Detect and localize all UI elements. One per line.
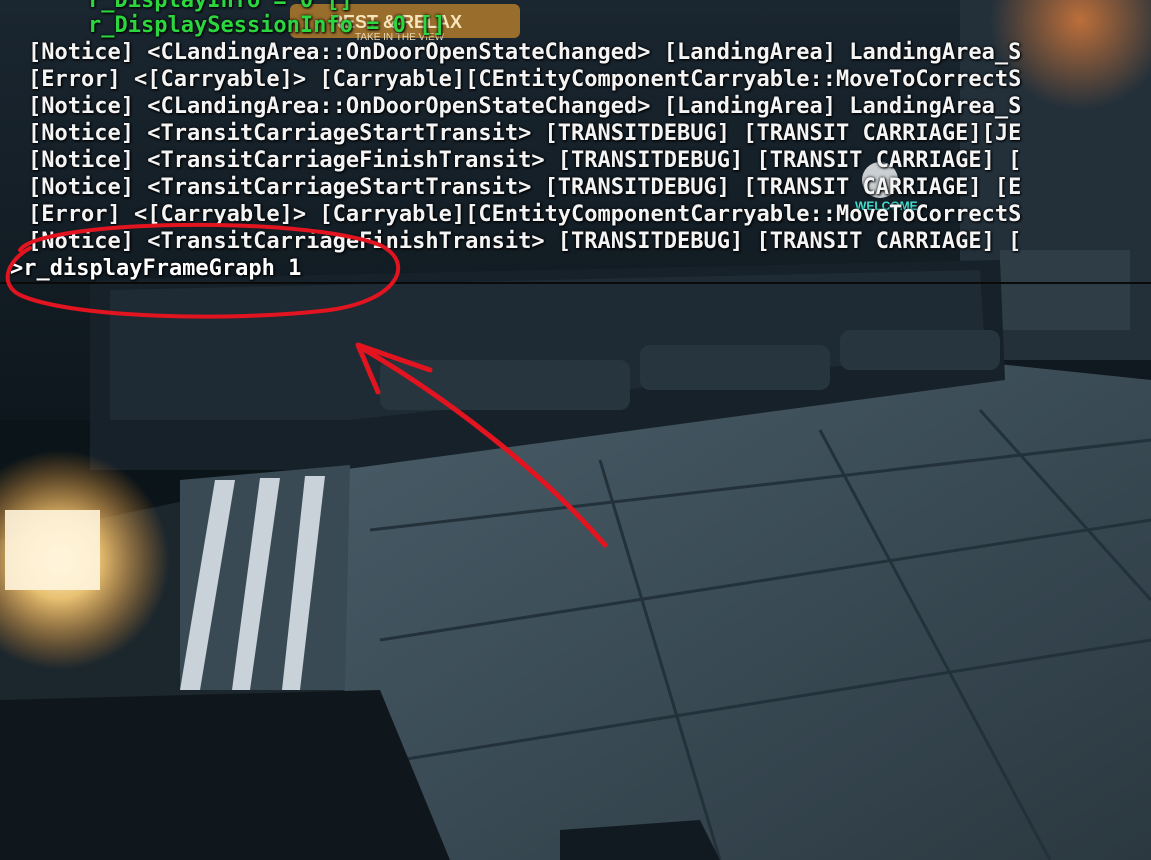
console-log-line: [Error] <[Carryable]> [Carryable][CEntit… bbox=[28, 202, 1022, 227]
console-log-line: [Notice] <TransitCarriageFinishTransit> … bbox=[28, 229, 1022, 254]
cvar-line-display-session-info: r_DisplaySessionInfo = 0 [] bbox=[88, 13, 446, 38]
developer-console: r_DisplayInfo = 0 [] r_DisplaySessionInf… bbox=[0, 0, 1151, 285]
console-log-line: [Notice] <TransitCarriageFinishTransit> … bbox=[28, 148, 1022, 173]
console-log-line: [Notice] <CLandingArea::OnDoorOpenStateC… bbox=[28, 40, 1022, 65]
console-input-field[interactable]: >r_displayFrameGraph 1 bbox=[10, 255, 301, 282]
console-log-line: [Notice] <TransitCarriageStartTransit> [… bbox=[28, 175, 1022, 200]
console-separator bbox=[0, 282, 1151, 284]
console-log-line: [Error] <[Carryable]> [Carryable][CEntit… bbox=[28, 67, 1022, 92]
console-log-line: [Notice] <CLandingArea::OnDoorOpenStateC… bbox=[28, 94, 1022, 119]
console-log-line: [Notice] <TransitCarriageStartTransit> [… bbox=[28, 121, 1022, 146]
